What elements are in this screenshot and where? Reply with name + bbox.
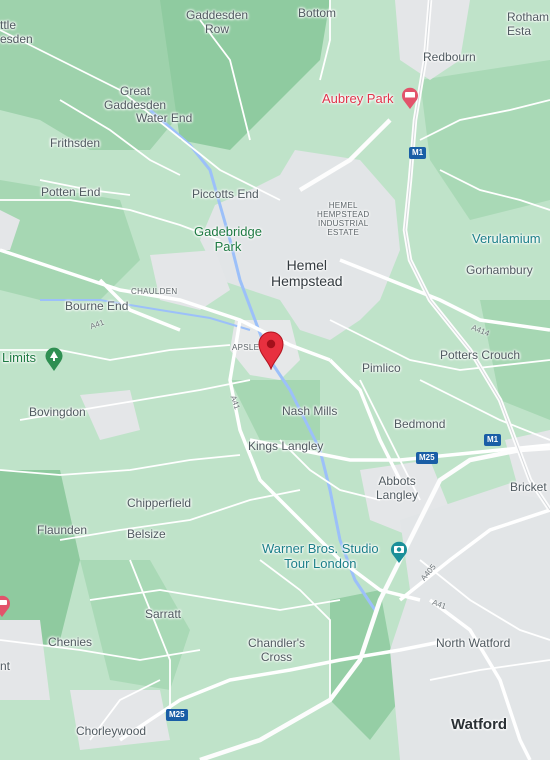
place-label-bricket: Bricket xyxy=(510,480,547,494)
place-label-bourne-end: Bourne End xyxy=(65,299,129,313)
place-label-north-watford: North Watford xyxy=(436,636,511,650)
place-label-potten-end: Potten End xyxy=(41,185,101,199)
place-label-gorhambury: Gorhambury xyxy=(466,263,533,277)
poi-label-limits[interactable]: Limits xyxy=(2,351,36,365)
map-canvas[interactable]: ttle esden Gaddesden Row Bottom Rotham Esta… xyxy=(0,0,550,760)
place-label-gaddesden-row: Gaddesden Row xyxy=(186,8,249,36)
town-label-watford: Watford xyxy=(451,716,508,733)
place-label-great-gaddesden: Great Gaddesden xyxy=(104,84,167,112)
area-label-chaulden: CHAULDEN xyxy=(131,287,178,296)
poi-label-warner-bros[interactable]: Warner Bros. Studio Tour London xyxy=(262,541,379,571)
camera-icon[interactable] xyxy=(389,540,409,564)
town-label-hemel-hempstead: Hemel Hempstead xyxy=(271,257,343,289)
road-shield-m1-north: M1 xyxy=(409,147,427,159)
place-label-chandlers-cross: Chandler's Cross xyxy=(248,636,305,664)
place-label-frithsden: Frithsden xyxy=(50,136,101,150)
place-label-edge-nt: nt xyxy=(0,659,11,673)
road-shield-m1-south: M1 xyxy=(484,434,502,446)
place-label-sarratt: Sarratt xyxy=(145,607,182,621)
place-label-chipperfield: Chipperfield xyxy=(127,496,192,510)
road-shield-m25-west: M25 xyxy=(166,709,188,721)
place-label-abbots-langley: Abbots Langley xyxy=(376,474,419,502)
location-pin-icon[interactable] xyxy=(257,330,285,370)
place-label-howley-bottom: Bottom xyxy=(298,6,337,20)
place-label-bovingdon: Bovingdon xyxy=(29,405,86,419)
park-label-gadebridge[interactable]: Gadebridge Park xyxy=(194,224,262,254)
park-pin-icon[interactable] xyxy=(44,346,64,372)
place-label-chorleywood: Chorleywood xyxy=(76,724,147,738)
hotel-icon[interactable] xyxy=(400,86,420,110)
poi-label-aubrey-park[interactable]: Aubrey Park xyxy=(322,92,394,106)
place-label-piccotts-end: Piccotts End xyxy=(192,187,259,201)
place-label-kings-langley: Kings Langley xyxy=(248,439,324,453)
area-label-hemel-industrial: HEMEL HEMPSTEAD INDUSTRIAL ESTATE xyxy=(317,201,370,237)
place-label-chenies: Chenies xyxy=(48,635,93,649)
place-label-belsize: Belsize xyxy=(127,527,166,541)
place-label-nash-mills: Nash Mills xyxy=(282,404,338,418)
place-label-little-gaddesden: ttle esden xyxy=(0,18,33,46)
place-label-bedmond: Bedmond xyxy=(394,417,446,431)
place-label-rothamsted: Rotham Esta xyxy=(507,10,550,38)
poi-label-verulamium[interactable]: Verulamium xyxy=(472,231,541,246)
hotel-icon[interactable] xyxy=(0,594,12,618)
place-label-water-end: Water End xyxy=(136,111,193,125)
place-label-flaunden: Flaunden xyxy=(37,523,88,537)
road-shield-m25-east: M25 xyxy=(416,452,438,464)
place-label-potters-crouch: Potters Crouch xyxy=(440,348,521,362)
place-label-pimlico: Pimlico xyxy=(362,361,401,375)
place-label-redbourn: Redbourn xyxy=(423,50,476,64)
